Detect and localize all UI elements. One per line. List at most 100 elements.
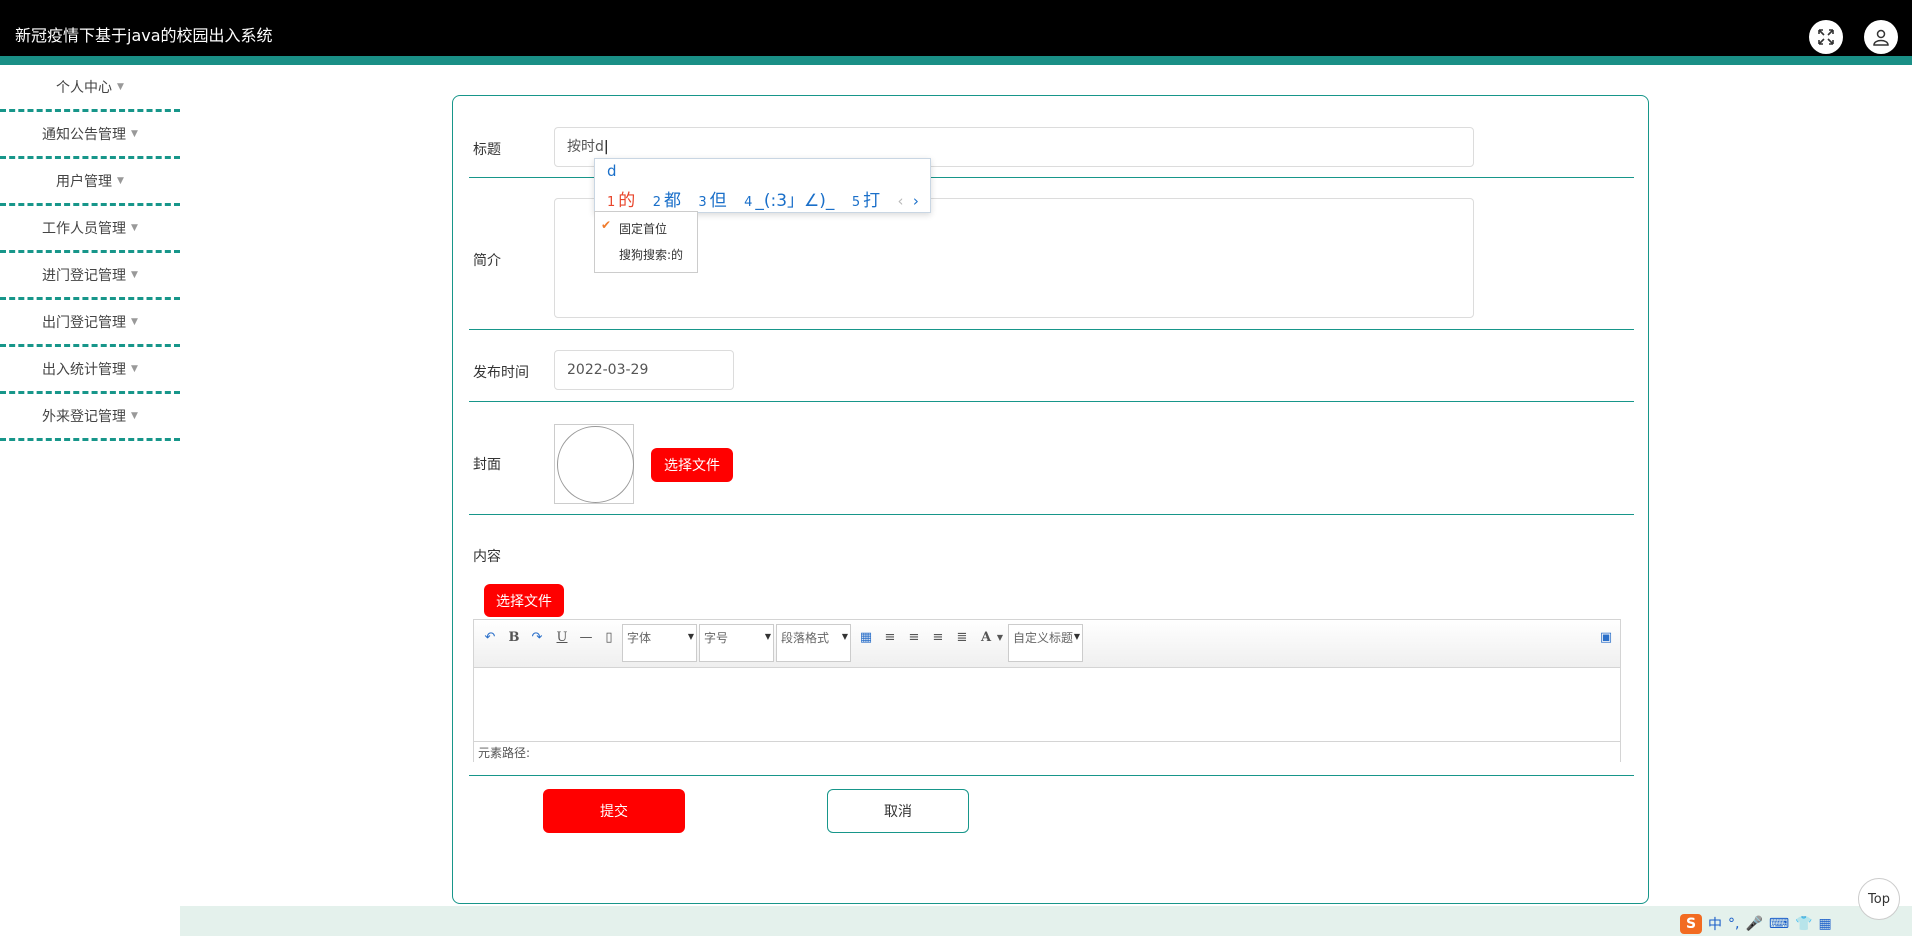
ime-candidate-popup: d 1的 2都 3但 4 _(:3」∠)_ 5打 ‹ › <box>594 158 931 213</box>
ime-menu-fix-first[interactable]: 固定首位 <box>619 220 667 237</box>
title-label: 标题 <box>473 142 501 158</box>
editor-status-bar: 元素路径: <box>474 741 1620 764</box>
sidebar-item-staff[interactable]: 工作人员管理 ▼ <box>0 206 180 253</box>
divider <box>469 775 1634 776</box>
caret-down-icon: ▼ <box>117 176 124 186</box>
footer-strip <box>180 906 1912 936</box>
ime-context-menu: ✔ 固定首位 搜狗搜索:的 <box>594 211 698 273</box>
undo-icon[interactable]: ↶ <box>481 628 499 646</box>
sidebar-item-label: 工作人员管理 <box>42 221 127 237</box>
font-color-dropdown-icon[interactable]: ▼ <box>991 628 1009 646</box>
divider <box>469 514 1634 515</box>
ime-candidate-number: 1 <box>607 195 616 210</box>
ime-next-page-icon[interactable]: › <box>913 192 919 210</box>
fullscreen-button[interactable] <box>1809 20 1843 54</box>
align-left-icon[interactable]: ≡ <box>881 628 899 646</box>
sidebar-item-entry[interactable]: 进门登记管理 ▼ <box>0 253 180 300</box>
sidebar-item-stats[interactable]: 出入统计管理 ▼ <box>0 347 180 394</box>
ime-candidate-number: 5 <box>851 195 861 210</box>
sidebar-item-label: 通知公告管理 <box>42 127 127 143</box>
sidebar-item-label: 出门登记管理 <box>42 315 127 331</box>
check-icon: ✔ <box>601 218 612 232</box>
fullscreen-editor-icon[interactable]: ▣ <box>1597 628 1615 646</box>
caret-down-icon: ▼ <box>131 129 138 139</box>
ime-candidate[interactable]: 3但 <box>698 191 726 211</box>
ime-candidate[interactable]: 4 _(:3」∠)_ <box>744 191 834 211</box>
sidebar-item-notices[interactable]: 通知公告管理 ▼ <box>0 112 180 159</box>
caret-down-icon: ▼ <box>131 317 138 327</box>
ime-candidate[interactable]: 2都 <box>653 191 681 211</box>
dropdown-arrow-icon: ▼ <box>841 632 848 641</box>
font-family-select-label: 字体 <box>627 631 652 645</box>
publish-time-input[interactable]: 2022-03-29 <box>554 350 734 390</box>
ime-candidate-number: 2 <box>652 195 661 210</box>
ime-tray: S 中 °, 🎤 ⌨ 👕 ▦ <box>1680 912 1860 936</box>
ime-candidate-list: 1的 2都 3但 4 _(:3」∠)_ 5打 ‹ › <box>607 186 919 211</box>
redo-icon[interactable]: ↷ <box>528 628 546 646</box>
sidebar-item-label: 外来登记管理 <box>42 409 127 425</box>
toolbox-icon[interactable]: ▦ <box>1819 916 1832 932</box>
keyboard-icon[interactable]: ⌨ <box>1769 916 1789 932</box>
dropdown-arrow-icon: ▼ <box>1073 632 1080 641</box>
ime-candidate[interactable]: 5打 <box>852 191 880 211</box>
dropdown-arrow-icon: ▼ <box>764 632 771 641</box>
submit-button[interactable]: 提交 <box>543 789 685 833</box>
sidebar-item-label: 进门登记管理 <box>42 268 127 284</box>
fullscreen-icon <box>1818 29 1834 45</box>
ime-menu-search[interactable]: 搜狗搜索:的 <box>619 246 683 263</box>
caret-down-icon: ▼ <box>131 411 138 421</box>
ime-candidate-text: 打 <box>863 191 881 211</box>
ime-candidate-text: 但 <box>709 191 727 211</box>
caret-down-icon: ▼ <box>131 270 138 280</box>
divider <box>469 401 1634 402</box>
table-icon[interactable]: ▦ <box>857 628 875 646</box>
sidebar: 个人中心 ▼ 通知公告管理 ▼ 用户管理 ▼ 工作人员管理 ▼ 进门登记管理 ▼ 出门登记… <box>0 65 180 441</box>
cover-choose-file-button[interactable]: 选择文件 <box>651 448 733 482</box>
divider <box>469 329 1634 330</box>
editor-content-area[interactable] <box>474 668 1620 741</box>
skin-icon[interactable]: 👕 <box>1795 916 1812 932</box>
sidebar-item-label: 个人中心 <box>56 80 113 96</box>
title-input-value: 按时d <box>567 139 604 155</box>
custom-title-select[interactable]: 自定义标题 ▼ <box>1008 624 1083 662</box>
ime-candidate-text: _(:3」∠)_ <box>755 191 835 211</box>
page-icon[interactable]: ▯ <box>600 628 618 646</box>
sidebar-item-exit[interactable]: 出门登记管理 ▼ <box>0 300 180 347</box>
cover-image-preview <box>554 424 634 504</box>
horizontal-rule-icon[interactable]: — <box>577 628 595 646</box>
user-avatar-button[interactable] <box>1864 20 1898 54</box>
align-right-icon[interactable]: ≡ <box>905 628 923 646</box>
ime-typed-text: d <box>607 162 617 180</box>
ime-candidate-number: 3 <box>698 195 707 210</box>
caret-down-icon: ▼ <box>117 82 124 92</box>
ime-language-indicator[interactable]: 中 <box>1708 914 1722 934</box>
ime-candidate[interactable]: 1的 <box>607 191 635 211</box>
ime-candidate-text: 都 <box>663 191 681 211</box>
ime-prev-page-icon[interactable]: ‹ <box>898 192 904 210</box>
underline-icon[interactable]: U <box>553 628 571 646</box>
rich-text-editor: ↶ B ↷ U — ▯ 字体 ▼ 字号 ▼ 段落格式 ▼ ▦ ≡ ≡ ≡ ≣ A ▼ … <box>473 619 1621 764</box>
align-center-icon[interactable]: ≡ <box>929 628 947 646</box>
align-justify-icon[interactable]: ≣ <box>953 628 971 646</box>
back-to-top-button[interactable]: Top <box>1858 878 1900 920</box>
font-family-select[interactable]: 字体 ▼ <box>622 624 697 662</box>
content-choose-file-button[interactable]: 选择文件 <box>484 584 564 617</box>
editor-toolbar: ↶ B ↷ U — ▯ 字体 ▼ 字号 ▼ 段落格式 ▼ ▦ ≡ ≡ ≡ ≣ A ▼ … <box>474 620 1620 668</box>
sidebar-item-label: 出入统计管理 <box>42 362 127 378</box>
paragraph-format-select[interactable]: 段落格式 ▼ <box>776 624 851 662</box>
cancel-button[interactable]: 取消 <box>827 789 969 833</box>
intro-label: 简介 <box>473 253 501 269</box>
custom-title-select-label: 自定义标题 <box>1013 631 1074 645</box>
user-icon <box>1873 29 1889 46</box>
sidebar-item-personal[interactable]: 个人中心 ▼ <box>0 65 180 112</box>
app-title: 新冠疫情下基于java的校园出入系统 <box>15 26 273 45</box>
font-size-select[interactable]: 字号 ▼ <box>699 624 774 662</box>
punctuation-icon[interactable]: °, <box>1728 916 1739 932</box>
sidebar-item-users[interactable]: 用户管理 ▼ <box>0 159 180 206</box>
bold-icon[interactable]: B <box>505 628 523 646</box>
sogou-logo-icon[interactable]: S <box>1680 914 1702 934</box>
sidebar-item-visitors[interactable]: 外来登记管理 ▼ <box>0 394 180 441</box>
microphone-icon[interactable]: 🎤 <box>1745 916 1762 932</box>
ime-candidate-text: 的 <box>618 191 636 211</box>
content-label: 内容 <box>473 549 501 565</box>
